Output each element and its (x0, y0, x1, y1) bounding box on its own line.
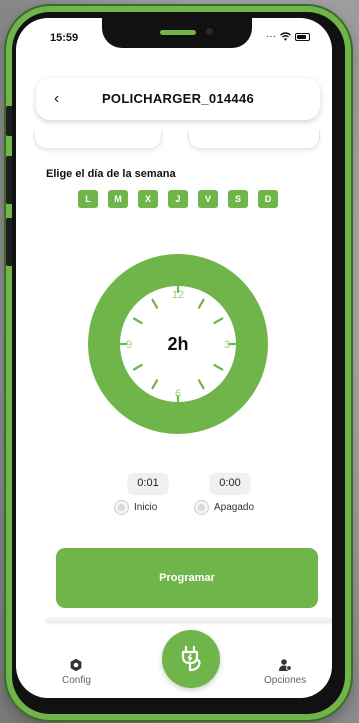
nav-opciones[interactable]: Opciones (264, 658, 306, 686)
off-time-value[interactable]: 0:00 (210, 473, 250, 493)
section-divider (46, 618, 332, 622)
start-radio[interactable] (114, 500, 129, 515)
signal-icon: ··· (266, 31, 276, 42)
nav-config-label: Config (62, 675, 91, 686)
day-button-d[interactable]: D (258, 190, 278, 208)
charging-plug-icon (181, 645, 201, 672)
status-icons: ··· (266, 31, 310, 42)
clock-face (120, 286, 236, 402)
radio-dot (198, 504, 205, 511)
card-stub-left (34, 130, 162, 149)
card-stub-right (188, 130, 320, 149)
notch-indicator (160, 30, 196, 35)
day-button-l[interactable]: L (78, 190, 98, 208)
nav-opciones-label: Opciones (264, 675, 307, 686)
day-section-label: Elige el día de la semana (46, 168, 176, 180)
start-time-value[interactable]: 0:01 (128, 473, 168, 493)
battery-icon (295, 32, 310, 41)
day-button-v[interactable]: V (198, 190, 218, 208)
status-time: 15:59 (50, 32, 79, 44)
clock-number-12: 12 (172, 289, 184, 301)
day-button-j[interactable]: J (168, 190, 188, 208)
camera-icon (206, 28, 213, 35)
start-radio-label: Inicio (134, 502, 158, 513)
nav-config[interactable]: Config (62, 658, 91, 686)
clock-dial[interactable]: 12 3 6 9 (88, 254, 268, 434)
start-radio-option[interactable]: Inicio (114, 500, 157, 515)
day-button-x[interactable]: X (138, 190, 158, 208)
day-button-m[interactable]: M (108, 190, 128, 208)
app-screen: 15:59 ··· ‹ POLICHARGER_014446 Elige el … (16, 18, 332, 698)
charge-button[interactable] (162, 630, 220, 688)
off-radio-label: Apagado (214, 502, 255, 513)
app-header: ‹ POLICHARGER_014446 (36, 78, 320, 120)
clock-number-9: 9 (126, 339, 132, 351)
page-title: POLICHARGER_014446 (101, 91, 255, 106)
notch (102, 18, 252, 48)
wifi-icon (280, 32, 291, 41)
clock-number-3: 3 (224, 339, 230, 351)
off-radio-option[interactable]: Apagado (194, 500, 254, 515)
clock-number-6: 6 (175, 388, 181, 400)
gear-icon (71, 658, 82, 672)
day-button-s[interactable]: S (228, 190, 248, 208)
programar-button[interactable]: Programar (56, 548, 318, 608)
off-radio[interactable] (194, 500, 209, 515)
options-user-icon (279, 659, 293, 671)
day-selector: L M X J V S D (78, 190, 278, 208)
radio-dot (118, 504, 125, 511)
